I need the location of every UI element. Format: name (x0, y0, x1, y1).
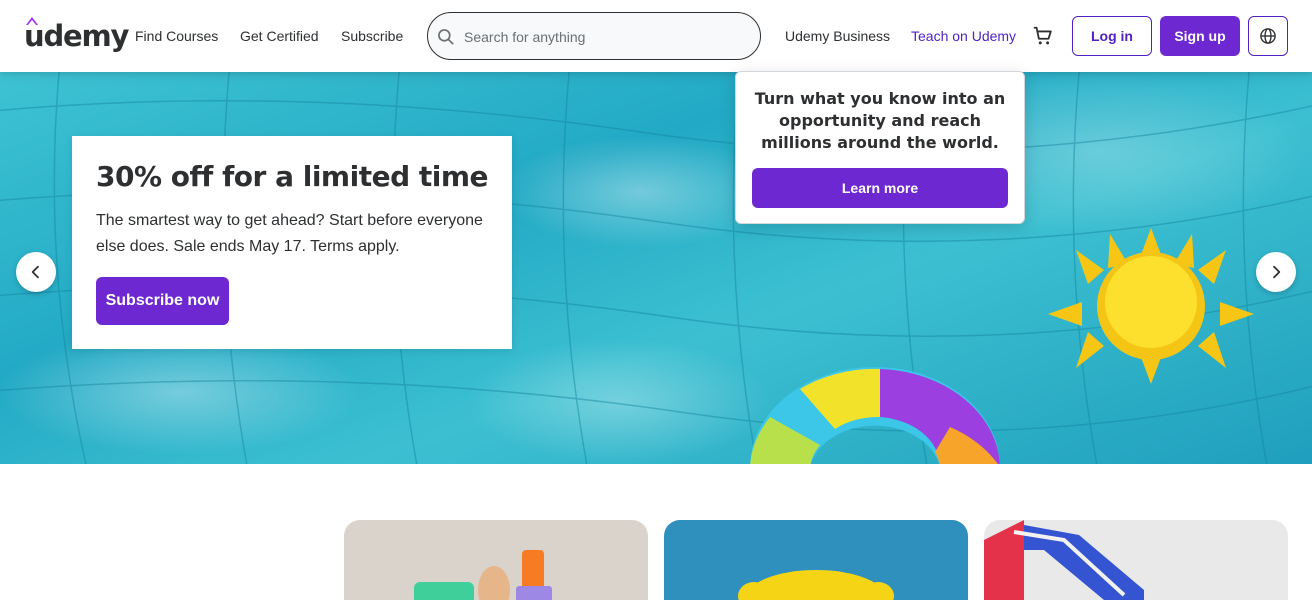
logo-hat-icon (26, 17, 38, 25)
language-button[interactable] (1248, 16, 1288, 56)
nav-subscribe[interactable]: Subscribe (341, 26, 403, 46)
logo-text: udemy (24, 19, 129, 53)
carousel-prev-button[interactable] (16, 252, 56, 292)
promo-card: 30% off for a limited time The smartest … (72, 136, 512, 349)
search-icon[interactable] (436, 27, 456, 47)
feature-card-1[interactable] (344, 520, 648, 600)
promo-title: 30% off for a limited time (96, 160, 489, 193)
nav-udemy-business[interactable]: Udemy Business (785, 26, 890, 46)
nav-teach-on-udemy[interactable]: Teach on Udemy (911, 26, 1016, 46)
nav-get-certified[interactable]: Get Certified (240, 26, 319, 46)
chevron-left-icon (31, 265, 39, 279)
search-input[interactable] (464, 25, 744, 49)
teach-popover-text: Turn what you know into an opportunity a… (754, 89, 1006, 152)
teach-popover: Turn what you know into an opportunity a… (735, 71, 1025, 224)
nav-find-courses[interactable]: Find Courses (135, 26, 218, 46)
subscribe-now-button[interactable]: Subscribe now (96, 277, 229, 325)
cart-icon[interactable] (1032, 25, 1054, 47)
promo-description: The smartest way to get ahead? Start bef… (96, 212, 483, 255)
search-bar (427, 12, 761, 60)
signup-button[interactable]: Sign up (1160, 16, 1240, 56)
feature-card-2-image (738, 570, 894, 600)
swim-ring-image (750, 367, 1000, 464)
learn-more-button[interactable]: Learn more (752, 168, 1008, 208)
feature-card-3-image (984, 520, 1144, 600)
carousel-next-button[interactable] (1256, 252, 1296, 292)
feature-card-1-image (414, 550, 552, 600)
top-header: udemy Find Courses Get Certified Subscri… (0, 0, 1312, 72)
chevron-right-icon (1273, 265, 1281, 279)
udemy-logo[interactable]: udemy (24, 17, 129, 54)
globe-icon (1260, 28, 1276, 44)
hero-banner: 30% off for a limited time The smartest … (0, 72, 1312, 464)
feature-card-3[interactable] (984, 520, 1288, 600)
feature-card-2[interactable] (664, 520, 968, 600)
login-button[interactable]: Log in (1072, 16, 1152, 56)
sun-float-image (1048, 228, 1254, 384)
